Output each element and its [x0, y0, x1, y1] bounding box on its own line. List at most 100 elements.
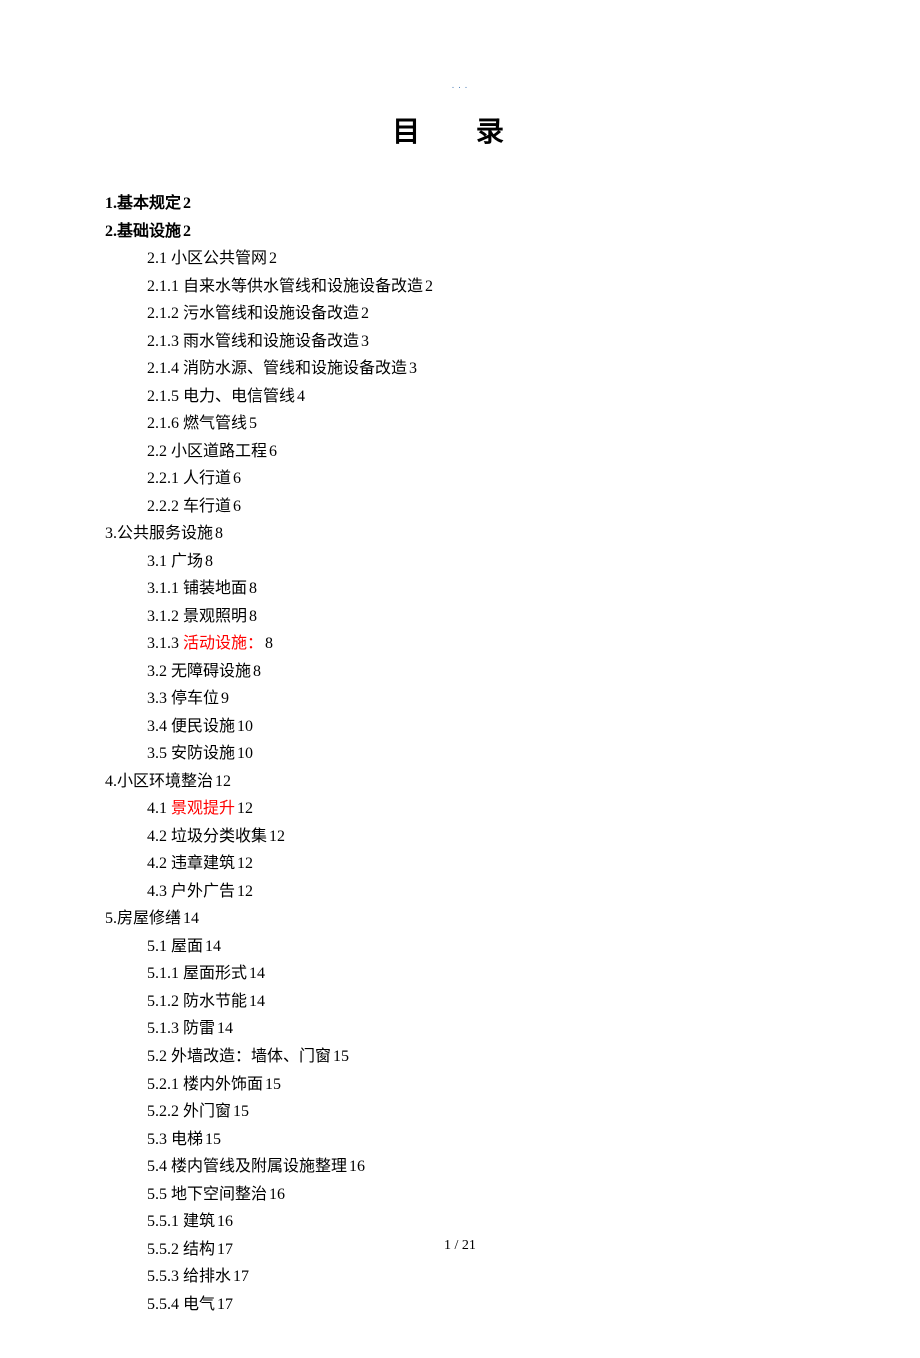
toc-entry-number: 2.1.6 — [147, 415, 183, 432]
toc-entry-number: 4.2 — [147, 855, 171, 872]
toc-entry-page: 15 — [333, 1048, 349, 1065]
toc-entry-number: 5.2.2 — [147, 1103, 183, 1120]
toc-entry-text: 防雷 — [183, 1020, 215, 1037]
toc-entry-text: 屋面形式 — [183, 965, 247, 982]
toc-entry: 5.5.1 建筑16 — [147, 1208, 815, 1236]
toc-entry-page: 8 — [265, 635, 273, 652]
toc-entry-text: 电气 — [183, 1296, 215, 1313]
toc-entry-text: 电梯 — [171, 1131, 203, 1148]
toc-entry-text: 自来水等供水管线和设施设备改造 — [183, 278, 423, 295]
toc-entry-number: 3.2 — [147, 663, 171, 680]
toc-entry-text: 垃圾分类收集 — [171, 828, 267, 845]
toc-entry-text: 公共服务设施 — [117, 525, 213, 542]
toc-entry-number: 3. — [105, 525, 117, 542]
toc-entry-number: 2.1.1 — [147, 278, 183, 295]
toc-entry-number: 5.5 — [147, 1186, 171, 1203]
toc-entry-page: 10 — [237, 718, 253, 735]
toc-entry-text: 外墙改造：墙体、门窗 — [171, 1048, 331, 1065]
toc-entry-number: 4.1 — [147, 800, 171, 817]
toc-entry-text: 户外广告 — [171, 883, 235, 900]
toc-entry-text: 电力、电信管线 — [183, 388, 295, 405]
toc-entry-number: 5.5.3 — [147, 1268, 183, 1285]
toc-entry-number: 3.5 — [147, 745, 171, 762]
toc-entry-page: 15 — [265, 1076, 281, 1093]
toc-entry-number: 5.1 — [147, 938, 171, 955]
toc-entry-number: 4.3 — [147, 883, 171, 900]
toc-entry-number: 5.2 — [147, 1048, 171, 1065]
toc-entry-number: 5.5.1 — [147, 1213, 183, 1230]
toc-entry: 5.3 电梯15 — [147, 1126, 815, 1154]
toc-entry: 5.4 楼内管线及附属设施整理16 — [147, 1153, 815, 1181]
toc-entry-text: 小区道路工程 — [171, 443, 267, 460]
toc-entry: 3.3 停车位9 — [147, 685, 815, 713]
toc-entry-number: 2.2.1 — [147, 470, 183, 487]
toc-entry: 5.2 外墙改造：墙体、门窗15 — [147, 1043, 815, 1071]
toc-entry: 2.1.5 电力、电信管线4 — [147, 383, 815, 411]
toc-entry: 2.1.6 燃气管线5 — [147, 410, 815, 438]
toc-entry-text: 小区公共管网 — [171, 250, 267, 267]
toc-entry: 2.基础设施2 — [105, 218, 815, 246]
toc-entry-text: 无障碍设施 — [171, 663, 251, 680]
toc-entry: 2.1.4 消防水源、管线和设施设备改造3 — [147, 355, 815, 383]
toc-entry-page: 17 — [233, 1268, 249, 1285]
toc-entry-page: 5 — [249, 415, 257, 432]
toc-entry: 3.1.1 铺装地面8 — [147, 575, 815, 603]
toc-entry-number: 3.1 — [147, 553, 171, 570]
toc-entry-page: 8 — [249, 580, 257, 597]
toc-entry-text: 污水管线和设施设备改造 — [183, 305, 359, 322]
toc-entry: 5.2.2 外门窗15 — [147, 1098, 815, 1126]
toc-entry-number: 5.5.4 — [147, 1296, 183, 1313]
toc-entry-text: 基础设施 — [117, 223, 181, 240]
toc-entry-number: 5.3 — [147, 1131, 171, 1148]
toc-entry-number: 2.1.4 — [147, 360, 183, 377]
toc-entry-page: 16 — [269, 1186, 285, 1203]
toc-entry-page: 8 — [215, 525, 223, 542]
toc-entry-page: 3 — [361, 333, 369, 350]
toc-entry: 5.2.1 楼内外饰面15 — [147, 1071, 815, 1099]
header-mark: . . . — [105, 80, 815, 90]
document-page: . . . 目 录 1.基本规定22.基础设施22.1 小区公共管网22.1.1… — [0, 0, 920, 1358]
toc-entry-number: 3.1.2 — [147, 608, 183, 625]
toc-entry-page: 8 — [205, 553, 213, 570]
toc-entry-number: 3.4 — [147, 718, 171, 735]
toc-entry: 5.1.1 屋面形式14 — [147, 960, 815, 988]
toc-entry-page: 2 — [425, 278, 433, 295]
toc-entry: 5.5 地下空间整治16 — [147, 1181, 815, 1209]
toc-entry-text: 房屋修缮 — [117, 910, 181, 927]
toc-entry-page: 2 — [361, 305, 369, 322]
toc-entry-text: 屋面 — [171, 938, 203, 955]
toc-entry-text: 楼内管线及附属设施整理 — [171, 1158, 347, 1175]
toc-entry-text: 广场 — [171, 553, 203, 570]
toc-entry: 3.1.2 景观照明8 — [147, 603, 815, 631]
toc-entry-page: 9 — [221, 690, 229, 707]
toc-entry-text: 停车位 — [171, 690, 219, 707]
toc-entry-number: 2. — [105, 223, 117, 240]
toc-entry-text: 给排水 — [183, 1268, 231, 1285]
toc-entry-page: 12 — [237, 883, 253, 900]
toc-entry-text: 消防水源、管线和设施设备改造 — [183, 360, 407, 377]
toc-entry-text: 小区环境整治 — [117, 773, 213, 790]
toc-entry-page: 16 — [217, 1213, 233, 1230]
toc-entry-page: 2 — [183, 223, 191, 240]
toc-entry-number: 4. — [105, 773, 117, 790]
toc-entry: 4.2 违章建筑12 — [147, 850, 815, 878]
toc-entry-text: 防水节能 — [183, 993, 247, 1010]
toc-title: 目 录 — [105, 110, 815, 150]
toc-entry-number: 4.2 — [147, 828, 171, 845]
toc-entry-page: 15 — [233, 1103, 249, 1120]
toc-entry-page: 6 — [233, 498, 241, 515]
toc-entry-text: 活动设施： — [183, 635, 263, 652]
toc-entry-text: 基本规定 — [117, 195, 181, 212]
toc-entry-text: 外门窗 — [183, 1103, 231, 1120]
toc-entry-page: 6 — [269, 443, 277, 460]
toc-entry: 5.1.3 防雷14 — [147, 1015, 815, 1043]
toc-entry: 3.2 无障碍设施8 — [147, 658, 815, 686]
toc-entry-page: 12 — [237, 855, 253, 872]
toc-entry-text: 景观提升 — [171, 800, 235, 817]
toc-entry-number: 2.1.2 — [147, 305, 183, 322]
toc-entry-page: 6 — [233, 470, 241, 487]
toc-entry-number: 3.1.3 — [147, 635, 183, 652]
toc-entry: 4.2 垃圾分类收集12 — [147, 823, 815, 851]
toc-entry-text: 楼内外饰面 — [183, 1076, 263, 1093]
toc-entry-text: 违章建筑 — [171, 855, 235, 872]
